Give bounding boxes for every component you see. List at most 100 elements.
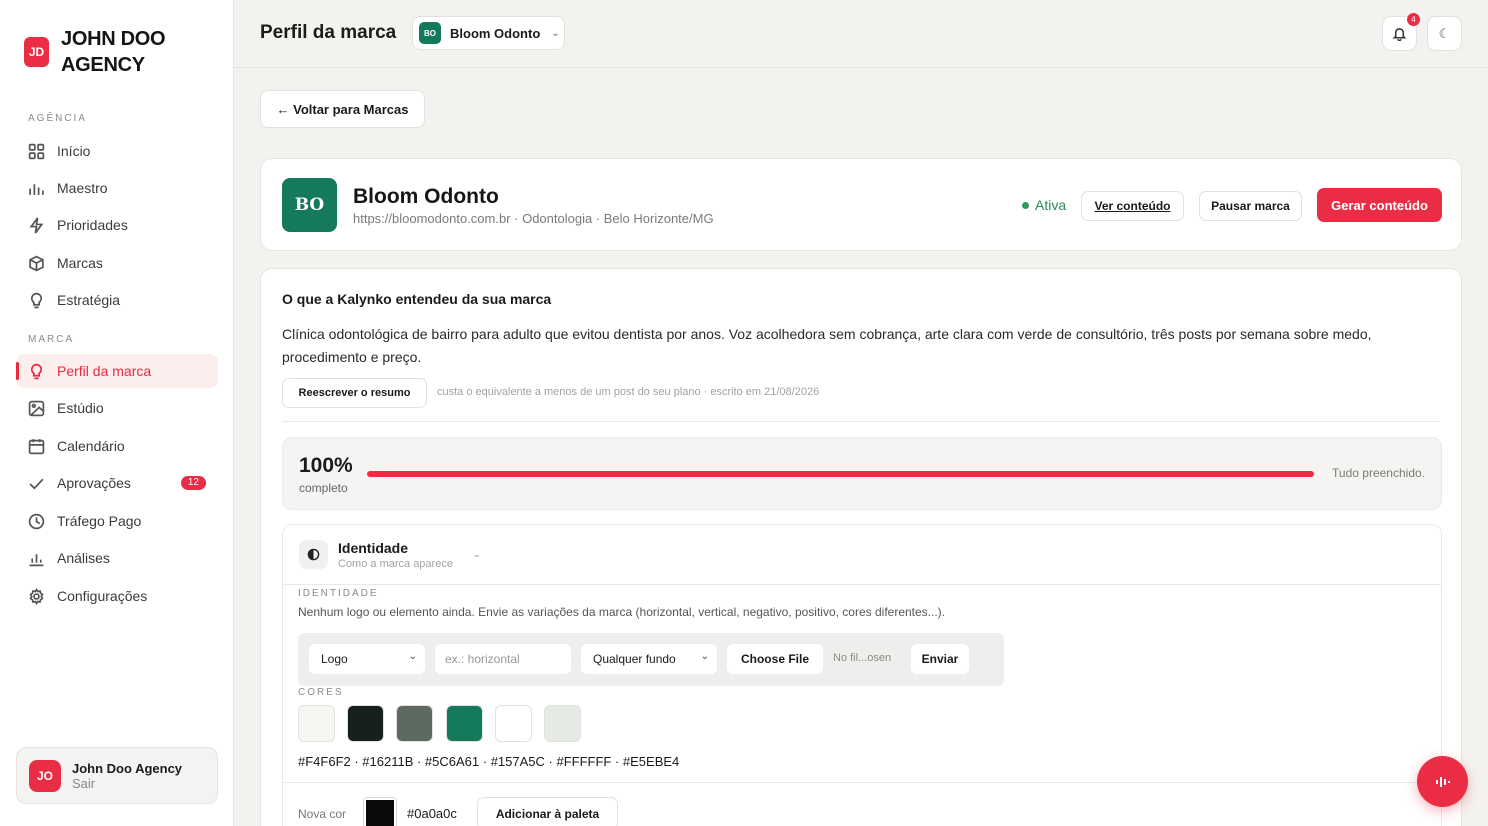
sidebar: JD JOHN DOO AGENCY AGÊNCIA Início Maestr… (0, 0, 234, 826)
user-name: John Doo Agency (72, 760, 183, 776)
divider (283, 782, 1441, 783)
image-icon (28, 400, 45, 416)
identity-subtitle: Como a marca aparece (338, 558, 453, 570)
brand-switcher[interactable]: BO Bloom Odonto ⌄ (412, 16, 565, 50)
asset-type-select[interactable]: Logo ⌄ (309, 644, 425, 674)
nav-item-maestro[interactable]: Maestro (16, 171, 218, 205)
bars-icon (29, 183, 44, 195)
gear-icon (29, 587, 44, 605)
lightbulb-icon (30, 363, 43, 379)
color-swatch[interactable] (446, 705, 483, 742)
pause-brand-button[interactable]: Pausar marca (1199, 191, 1302, 221)
send-button[interactable]: Enviar (911, 644, 969, 674)
summary-text: Clínica odontológica de bairro para adul… (282, 326, 1372, 365)
nav-label: Configurações (57, 588, 148, 604)
file-status: No fil...osen (833, 652, 892, 664)
new-color-picker[interactable] (363, 797, 397, 826)
divider (283, 584, 1441, 585)
floating-action-button[interactable] (1417, 756, 1468, 807)
asset-upload-row: Logo ⌄ ex.: horizontal Qualquer fundo ⌄ … (298, 633, 1004, 686)
background-select[interactable]: Qualquer fundo ⌄ (581, 644, 717, 674)
calendar-icon (28, 438, 45, 454)
chevron-down-icon: ⌄ (551, 27, 560, 39)
moon-icon: ☾ (1438, 25, 1451, 41)
identity-title[interactable]: Identidade (338, 540, 408, 556)
divider (282, 421, 1440, 422)
brand-name: Bloom Odonto (353, 185, 499, 208)
agency-logo: JD (24, 37, 49, 67)
completion-percent: 100% (299, 454, 353, 477)
identity-section-label: IDENTIDADE (298, 588, 379, 599)
brand-switch-logo: BO (419, 22, 441, 44)
nav-label: Maestro (57, 180, 108, 196)
nav-item-estudio[interactable]: Estúdio (16, 391, 218, 425)
clock-icon (28, 513, 45, 529)
color-swatch[interactable] (544, 705, 581, 742)
notification-count-badge: 4 (1407, 13, 1420, 26)
rewrite-summary-button[interactable]: Reescrever o resumo (282, 378, 427, 408)
nav-item-estrategia[interactable]: Estratégia (16, 283, 218, 317)
nav-item-configuracoes[interactable]: Configurações (16, 579, 218, 613)
nav-label: Estratégia (57, 292, 121, 308)
identity-section: Identidade Como a marca aparece ⌄ IDENTI… (282, 524, 1442, 826)
audio-bars-icon (1435, 776, 1450, 787)
approvals-count-badge: 12 (180, 476, 206, 490)
color-swatch[interactable] (495, 705, 532, 742)
notifications-button[interactable]: 4 (1382, 13, 1420, 51)
generate-content-button[interactable]: Gerar conteúdo (1317, 188, 1442, 222)
progress-bar-fill (367, 471, 1314, 477)
status-dot-icon (1022, 201, 1029, 209)
asset-type-value: Logo (321, 652, 348, 666)
progress-bar (367, 471, 1314, 477)
nav-item-inicio[interactable]: Início (16, 134, 218, 168)
nav-item-aprovacoes[interactable]: Aprovações 12 (16, 466, 218, 500)
agency-brand[interactable]: JD JOHN DOO AGENCY (24, 26, 181, 78)
color-swatch[interactable] (347, 705, 384, 742)
nav-item-marcas[interactable]: Marcas (16, 246, 218, 280)
nav-label: Tráfego Pago (57, 513, 142, 529)
section-label-brand: MARCA (28, 334, 75, 345)
colors-label: CORES (298, 687, 344, 698)
page-title: Perfil da marca (260, 22, 397, 43)
new-color-value: #0a0a0c (407, 806, 457, 821)
color-swatch[interactable] (298, 705, 335, 742)
nav-label: Perfil da marca (57, 363, 152, 379)
avatar: JO (29, 759, 61, 792)
rewrite-note: custa o equivalente a menos de um post d… (437, 386, 820, 398)
lightning-icon (29, 217, 44, 233)
variant-input[interactable]: ex.: horizontal (435, 644, 571, 674)
back-to-brands-button[interactable]: ← Voltar para Marcas (260, 90, 425, 128)
lightbulb-icon (30, 292, 43, 308)
nav-item-perfil-da-marca[interactable]: Perfil da marca (16, 354, 218, 388)
nav-item-trafego-pago[interactable]: Tráfego Pago (16, 504, 218, 538)
brand-switch-name: Bloom Odonto (450, 25, 541, 41)
chevron-down-icon: ⌄ (408, 651, 417, 662)
nav-item-analises[interactable]: Análises (16, 541, 218, 575)
completion-note: Tudo preenchido. (1332, 466, 1425, 480)
chevron-down-icon[interactable]: ⌄ (473, 549, 481, 560)
grid-icon (28, 143, 45, 159)
nav-label: Aprovações (57, 475, 131, 491)
brand-logo: BO (282, 178, 337, 232)
theme-toggle-button[interactable]: ☾ (1427, 16, 1462, 51)
new-color-label: Nova cor (298, 807, 347, 821)
user-card[interactable]: JO John Doo Agency Sair (16, 747, 218, 804)
nav-label: Prioridades (57, 217, 128, 233)
nav-item-prioridades[interactable]: Prioridades (16, 208, 218, 242)
color-swatch[interactable] (396, 705, 433, 742)
color-hex-list: #F4F6F2 · #16211B · #5C6A61 · #157A5C · … (298, 754, 680, 769)
box-icon (29, 255, 44, 271)
logout-link[interactable]: Sair (72, 776, 182, 791)
chart-icon (29, 553, 44, 566)
view-content-button[interactable]: Ver conteúdo (1081, 191, 1184, 221)
brand-header-card: BO Bloom Odonto https://bloomodonto.com.… (260, 158, 1462, 251)
nav-item-calendario[interactable]: Calendário (16, 429, 218, 463)
completion-progress: 100% completo Tudo preenchido. (282, 437, 1442, 510)
check-icon (29, 478, 44, 490)
nav-label: Calendário (57, 438, 125, 454)
status-label: Ativa (1035, 197, 1067, 213)
nav-label: Início (57, 143, 91, 159)
add-to-palette-button[interactable]: Adicionar à paleta (477, 797, 618, 826)
identity-empty-text: Nenhum logo ou elemento ainda. Envie as … (298, 605, 946, 619)
choose-file-button[interactable]: Choose File (727, 644, 823, 674)
